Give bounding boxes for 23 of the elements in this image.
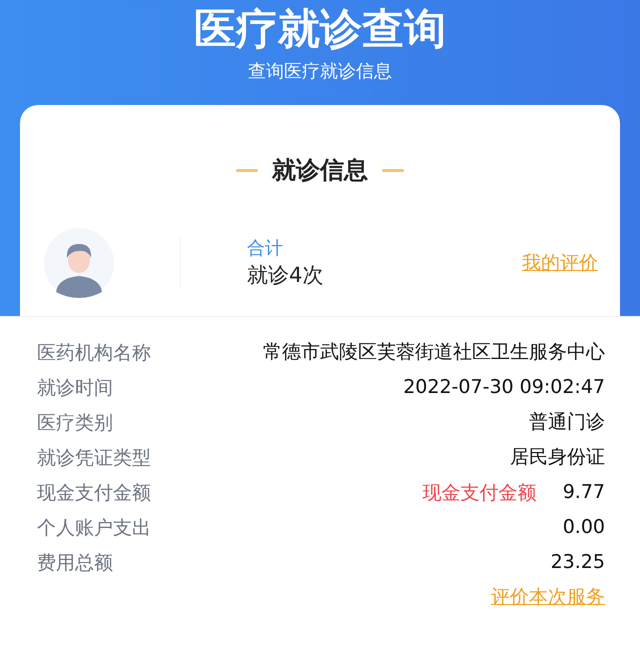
field-value: 0.00 bbox=[562, 515, 605, 540]
rate-service-link[interactable]: 评价本次服务 bbox=[491, 584, 605, 610]
field-value: 2022-07-30 09:02:47 bbox=[403, 375, 605, 400]
field-label: 就诊时间 bbox=[37, 376, 113, 400]
field-label: 医药机构名称 bbox=[37, 340, 151, 366]
visit-count: 就诊4次 bbox=[247, 262, 324, 289]
my-review-link[interactable]: 我的评价 bbox=[522, 250, 598, 276]
field-label: 费用总额 bbox=[37, 550, 113, 576]
total-label: 合计 bbox=[247, 237, 283, 261]
field-value: 23.25 bbox=[550, 550, 605, 575]
field-label: 医疗类别 bbox=[37, 410, 113, 436]
field-value: 居民身份证 bbox=[510, 445, 605, 470]
card-heading: 就诊信息 bbox=[272, 155, 368, 185]
cash-payment-note: 现金支付金额 bbox=[422, 480, 537, 506]
page-subtitle: 查询医疗就诊信息 bbox=[248, 60, 392, 84]
avatar-icon bbox=[44, 228, 114, 298]
page-title: 医疗就诊查询 bbox=[193, 6, 447, 52]
field-label: 个人账户支出 bbox=[37, 516, 151, 540]
field-value: 普通门诊 bbox=[529, 410, 605, 435]
field-label: 现金支付金额 bbox=[37, 480, 151, 506]
field-value: 9.77 bbox=[562, 480, 605, 505]
field-value: 常德市武陵区芙蓉街道社区卫生服务中心 bbox=[263, 340, 605, 365]
field-label: 就诊凭证类型 bbox=[37, 446, 151, 470]
